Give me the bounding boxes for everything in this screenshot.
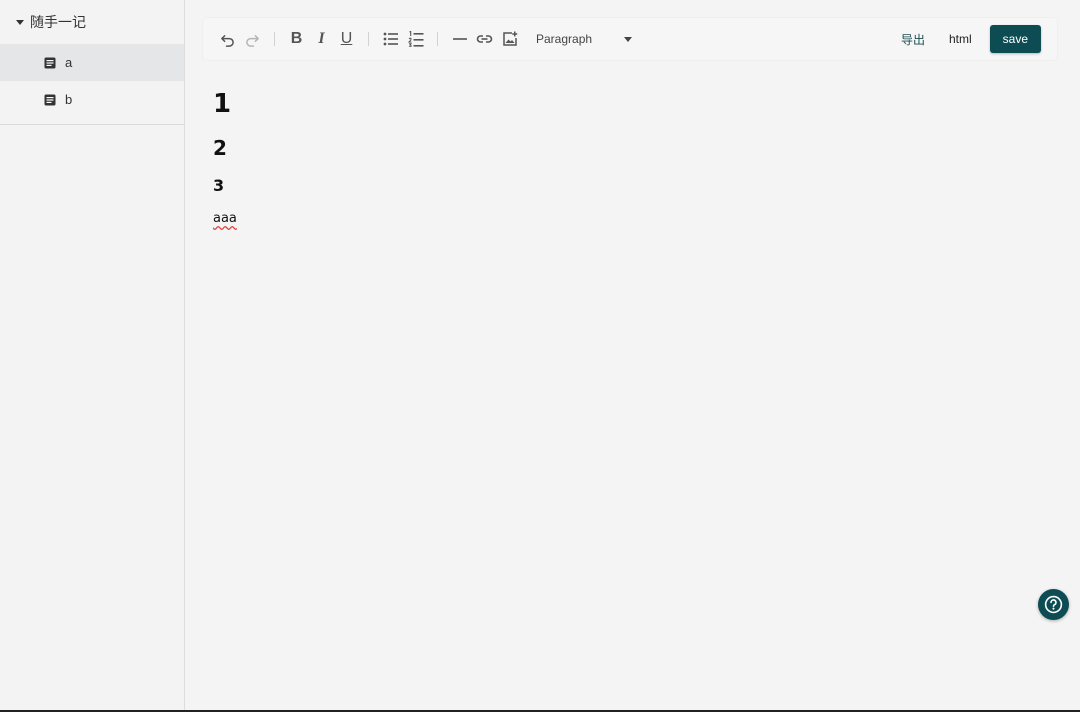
- paragraph[interactable]: aaa: [213, 204, 1053, 234]
- image-button[interactable]: [497, 26, 522, 52]
- chevron-down-icon: [624, 36, 632, 42]
- toolbar-actions: 导出 html save: [889, 18, 1057, 60]
- tree-root-label: 随手一记: [30, 14, 86, 30]
- tree-item-label: b: [65, 92, 73, 107]
- app-window: 随手一记 a b B I U Paragraph 导出 html save 1 …: [0, 0, 1080, 712]
- export-button[interactable]: 导出: [889, 25, 937, 53]
- italic-button[interactable]: I: [309, 26, 334, 52]
- tree-item-label: a: [65, 55, 73, 70]
- toolbar-separator: [274, 32, 275, 46]
- underline-button[interactable]: U: [334, 26, 359, 52]
- undo-icon: [221, 34, 234, 47]
- heading-2[interactable]: 2: [213, 128, 1053, 168]
- editor-content[interactable]: 1 2 3 aaa: [213, 80, 1053, 234]
- html-button[interactable]: html: [937, 25, 984, 53]
- toolbar-separator: [437, 32, 438, 46]
- block-type-value: Paragraph: [536, 32, 593, 46]
- sidebar: 随手一记 a b: [0, 0, 185, 712]
- tree-item-b[interactable]: b: [0, 81, 184, 118]
- save-button[interactable]: save: [989, 25, 1041, 53]
- block-type-select[interactable]: Paragraph: [536, 26, 632, 52]
- redo-icon: [246, 34, 259, 47]
- image-icon: [502, 31, 517, 46]
- heading-1[interactable]: 1: [213, 80, 1053, 128]
- horizontal-rule-button[interactable]: [447, 26, 472, 52]
- editor-pane: B I U Paragraph 导出 html save 1 2 3 aaa: [186, 0, 1080, 712]
- italic-icon: I: [318, 30, 325, 47]
- link-button[interactable]: [472, 26, 497, 52]
- undo-button[interactable]: [215, 26, 240, 52]
- help-button[interactable]: [1038, 589, 1069, 620]
- numbered-list-button[interactable]: [403, 26, 428, 52]
- tree-item-a[interactable]: a: [0, 44, 184, 81]
- link-icon: [476, 35, 493, 43]
- bullet-list-icon: [383, 32, 398, 46]
- underline-icon: U: [340, 30, 353, 47]
- document-icon: [44, 94, 56, 105]
- heading-3[interactable]: 3: [213, 168, 1053, 204]
- paragraph-text[interactable]: aaa: [213, 211, 237, 226]
- document-icon: [44, 57, 56, 68]
- editor-toolbar: B I U Paragraph 导出 html save: [203, 18, 1057, 60]
- sidebar-divider: [0, 124, 184, 125]
- numbered-list-icon: [407, 31, 423, 47]
- bold-button[interactable]: B: [284, 26, 309, 52]
- horizontal-rule-icon: [452, 38, 467, 40]
- caret-down-icon[interactable]: [16, 19, 24, 25]
- bold-icon: B: [290, 30, 303, 47]
- tree-root-notebook[interactable]: 随手一记: [0, 0, 184, 44]
- help-icon: [1044, 595, 1063, 614]
- redo-button[interactable]: [240, 26, 265, 52]
- bullet-list-button[interactable]: [378, 26, 403, 52]
- toolbar-separator: [368, 32, 369, 46]
